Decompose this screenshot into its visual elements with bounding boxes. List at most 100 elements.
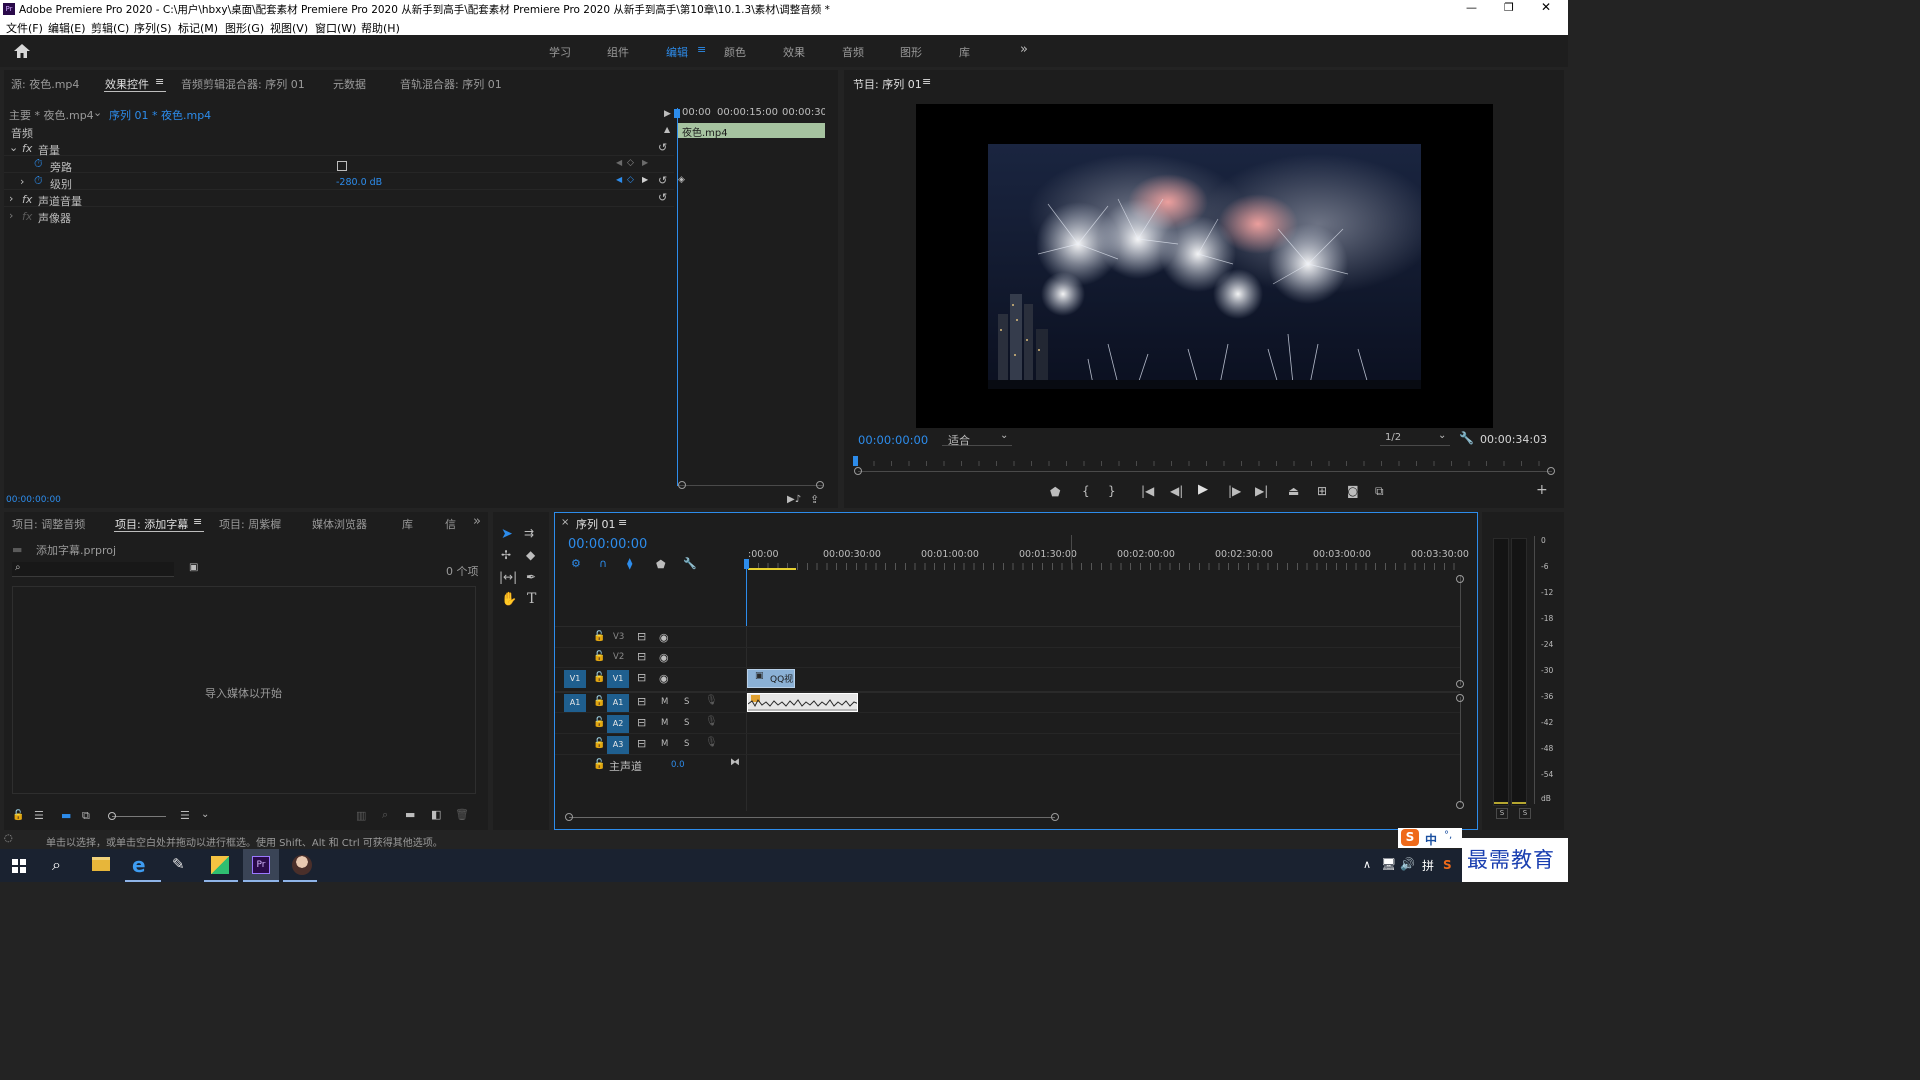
add-keyframe-icon[interactable]: ◇ xyxy=(627,175,634,185)
audio-clip[interactable] xyxy=(747,693,858,712)
timeline-settings-icon[interactable]: 🔧 xyxy=(683,557,697,570)
go-to-in-icon[interactable]: |◀ xyxy=(1141,485,1154,497)
voiceover-mic-icon[interactable]: 🎙 xyxy=(705,716,718,727)
effect-row-level[interactable]: › ⏱ 级别 -280.0 dB ◀ ◇ ▶ ↺ ◈ xyxy=(4,174,685,191)
workspace-audio[interactable]: 音频 xyxy=(842,44,864,60)
sync-lock-icon[interactable]: ⊟ xyxy=(637,671,646,684)
pen-tool-icon[interactable]: ✒ xyxy=(526,570,536,584)
tab-project-add-captions[interactable]: 项目: 添加字幕 xyxy=(115,516,188,532)
fx-badge[interactable]: fx xyxy=(22,142,32,155)
master-volume-value[interactable]: 0.0 xyxy=(671,760,685,770)
lock-icon[interactable]: 🔓 xyxy=(593,696,605,707)
ripple-edit-tool-icon[interactable]: ✢ xyxy=(501,548,511,562)
snap-icon[interactable]: ⚙ xyxy=(571,557,581,570)
panel-menu-icon[interactable]: ≡ xyxy=(922,75,931,88)
fx-scroll-handle-right[interactable] xyxy=(816,481,824,489)
zoom-slider-knob[interactable] xyxy=(108,812,116,820)
tab-menu-icon[interactable]: ≡ xyxy=(193,515,202,528)
timeline-sequence-tab[interactable]: 序列 01 xyxy=(576,516,616,532)
workspace-learn[interactable]: 学习 xyxy=(549,44,571,60)
track-select-tool-icon[interactable]: ⇉ xyxy=(524,526,534,540)
bypass-checkbox[interactable] xyxy=(337,161,347,171)
tab-effect-controls[interactable]: 效果控件 xyxy=(105,76,149,92)
razor-tool-icon[interactable]: ◆ xyxy=(526,548,535,562)
selection-tool-icon[interactable]: ➤ xyxy=(501,526,513,542)
vscroll-handle[interactable] xyxy=(1456,801,1464,809)
menu-help[interactable]: 帮助(H) xyxy=(361,20,400,36)
lock-icon[interactable]: 🔓 xyxy=(593,759,605,770)
track-v2[interactable]: 🔓 V2 ⊟ ◉ xyxy=(555,649,1460,668)
tab-media-browser[interactable]: 媒体浏览器 xyxy=(312,516,367,532)
icon-view-icon[interactable]: ▬ xyxy=(61,809,71,822)
sync-lock-icon[interactable]: ⊟ xyxy=(637,650,646,663)
sort-icon[interactable]: ☰ xyxy=(180,809,190,822)
automate-icon[interactable]: ▥ xyxy=(356,809,366,822)
in-point-icon[interactable]: { xyxy=(1082,485,1090,497)
timeline-vscroll-top[interactable] xyxy=(1460,575,1461,685)
mute-button[interactable]: M xyxy=(661,697,668,707)
add-marker-icon[interactable]: ⬟ xyxy=(656,558,666,571)
tab-info[interactable]: 信 xyxy=(445,516,456,532)
work-area-bar[interactable] xyxy=(748,568,796,570)
voiceover-mic-icon[interactable]: 🎙 xyxy=(705,695,718,706)
add-button-icon[interactable]: + xyxy=(1536,483,1548,497)
magnet-icon[interactable]: ∩ xyxy=(599,557,607,570)
lift-icon[interactable]: ⏏ xyxy=(1288,485,1299,497)
marker-icon[interactable]: ⬟ xyxy=(1050,486,1060,498)
program-scrub-ruler[interactable] xyxy=(856,456,1552,466)
reset-icon[interactable]: ↺ xyxy=(658,141,667,154)
level-value[interactable]: -280.0 dB xyxy=(336,177,382,188)
program-timecode[interactable]: 00:00:00:00 xyxy=(858,433,928,447)
workspace-editing[interactable]: 编辑 xyxy=(666,44,688,60)
fit-dropdown[interactable]: 适合 ⌄ xyxy=(942,430,1012,447)
chevron-down-icon[interactable]: ⌄ xyxy=(201,809,209,820)
solo-button[interactable]: S xyxy=(684,739,689,749)
timeline-hscroll[interactable] xyxy=(569,817,1055,818)
fx-playhead-handle[interactable] xyxy=(674,109,680,118)
list-view-icon[interactable]: ☰ xyxy=(34,809,44,822)
solo-button[interactable]: S xyxy=(684,718,689,728)
sync-lock-icon[interactable]: ⊟ xyxy=(637,630,646,643)
track-v3[interactable]: 🔓 V3 ⊟ ◉ xyxy=(555,629,1460,648)
prev-keyframe-icon[interactable]: ◀ xyxy=(616,175,622,184)
clear-icon[interactable]: 🗑 xyxy=(455,808,469,821)
timeline-ruler[interactable]: :00:00 00:00:30:00 00:01:00:00 00:01:30:… xyxy=(748,547,1469,573)
hand-tool-icon[interactable]: ✋ xyxy=(501,592,517,607)
search-icon[interactable]: ⌕ xyxy=(52,855,61,875)
timeline-timecode[interactable]: 00:00:00:00 xyxy=(568,537,647,552)
vscroll-handle[interactable] xyxy=(1456,680,1464,688)
settings-wrench-icon[interactable]: 🔧 xyxy=(1459,431,1474,445)
fx-badge[interactable]: fx xyxy=(22,210,32,223)
reset-icon[interactable]: ↺ xyxy=(658,191,667,204)
sync-lock-icon[interactable]: ⊟ xyxy=(637,695,646,708)
play-icon[interactable]: ▶ xyxy=(1198,483,1208,496)
keyframe-icon[interactable]: ◈ xyxy=(678,175,685,185)
eye-icon[interactable]: ◉ xyxy=(659,651,669,664)
timeline-playhead-handle[interactable] xyxy=(744,559,749,569)
resolution-dropdown[interactable]: 1/2 ⌄ xyxy=(1380,430,1450,446)
sync-lock-icon[interactable]: ⊟ xyxy=(637,737,646,750)
stopwatch-icon[interactable]: ⏱ xyxy=(34,174,43,188)
filter-icon[interactable]: ▶♪ xyxy=(787,494,801,505)
effect-row-panner[interactable]: › fx 声像器 xyxy=(4,208,674,225)
zoom-slider[interactable] xyxy=(112,816,166,817)
avatar[interactable] xyxy=(292,855,312,875)
scroll-up-icon[interactable]: ▲ xyxy=(664,125,670,134)
fx-scrollbar[interactable] xyxy=(679,485,823,486)
lock-icon[interactable]: 🔓 xyxy=(12,810,24,821)
tray-chevron-icon[interactable]: ∧ xyxy=(1363,858,1371,871)
track-target-a2[interactable]: A2 xyxy=(607,715,629,733)
track-label[interactable]: V2 xyxy=(613,652,624,662)
solo-button[interactable]: S xyxy=(684,697,689,707)
tab-metadata[interactable]: 元数据 xyxy=(333,76,366,92)
program-zoom-right[interactable] xyxy=(1547,467,1555,475)
hscroll-handle-right[interactable] xyxy=(1051,813,1059,821)
fx-playhead[interactable] xyxy=(677,108,678,486)
premiere-taskbar-icon[interactable]: Pr xyxy=(243,849,279,882)
workspace-effects[interactable]: 效果 xyxy=(783,44,805,60)
type-tool-icon[interactable]: T xyxy=(527,591,536,607)
chevron-down-icon[interactable]: ⌄ xyxy=(93,106,102,119)
program-frame[interactable] xyxy=(916,104,1493,428)
new-bin-icon[interactable]: ▬ xyxy=(405,808,415,821)
project-media-area[interactable]: 导入媒体以开始 xyxy=(12,586,476,794)
